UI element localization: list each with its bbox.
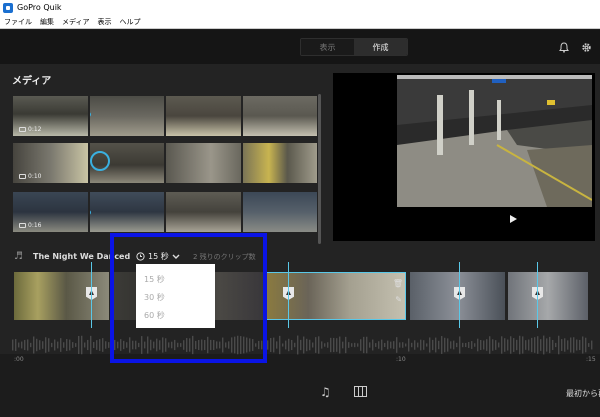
- top-toolbar: 表示 作成: [0, 30, 600, 64]
- audio-waveform[interactable]: [0, 330, 600, 360]
- beat-line: [288, 262, 289, 328]
- selection-dot: [89, 112, 91, 117]
- media-thumbnail[interactable]: [89, 192, 164, 232]
- clip-duration: 0:12: [19, 126, 41, 133]
- duration-dropdown: 15 秒 30 秒 60 秒: [136, 264, 215, 328]
- view-mode-toggle: 表示 作成: [300, 38, 408, 56]
- media-thumbnail[interactable]: [166, 192, 241, 232]
- media-section-title: メディア: [12, 76, 52, 87]
- media-scrollbar[interactable]: [318, 94, 321, 244]
- gopro-app-icon: [3, 2, 13, 13]
- beat-line: [537, 262, 538, 328]
- music-row: ♬ The Night We Danced 15 秒 2 残りのクリップ数: [0, 246, 600, 268]
- video-icon: [19, 223, 26, 228]
- title-bar: GoPro Quik: [0, 0, 600, 15]
- clip-count: 2 残りのクリップ数: [193, 253, 256, 261]
- duration-option-60[interactable]: 60 秒: [136, 307, 215, 325]
- video-preview[interactable]: [333, 73, 595, 241]
- tab-create[interactable]: 作成: [354, 39, 407, 55]
- chevron-down-icon: [172, 254, 180, 259]
- media-thumbnail[interactable]: [242, 143, 317, 183]
- media-thumbnail[interactable]: 0:10: [13, 143, 88, 183]
- music-note-icon[interactable]: ♬: [14, 251, 23, 262]
- duration-value: 15 秒: [148, 252, 169, 261]
- video-icon: [19, 127, 26, 132]
- menu-view[interactable]: 表示: [98, 17, 112, 27]
- menu-bar: ファイル 編集 メディア 表示 ヘルプ: [0, 15, 600, 29]
- window-title: GoPro Quik: [17, 3, 62, 12]
- clock-icon: [136, 252, 145, 261]
- bottom-toolbar: ♫ 最初から再: [0, 375, 600, 417]
- music-icon[interactable]: ♫: [320, 385, 331, 399]
- duration-select[interactable]: 15 秒: [136, 251, 180, 262]
- media-thumbnail[interactable]: [89, 96, 164, 136]
- clip-duration: 0:16: [19, 222, 41, 229]
- menu-file[interactable]: ファイル: [4, 17, 32, 27]
- timeline-tick: :00: [14, 356, 24, 363]
- media-thumbnail[interactable]: [89, 143, 164, 183]
- media-row: 0:12: [13, 96, 317, 136]
- bell-icon[interactable]: [557, 40, 571, 54]
- menu-help[interactable]: ヘルプ: [120, 17, 141, 27]
- video-icon: [19, 174, 26, 179]
- tab-view[interactable]: 表示: [301, 39, 354, 55]
- beat-line: [459, 262, 460, 328]
- timeline-strip: 🗑 ✎: [0, 272, 600, 320]
- media-row: 0:10: [13, 143, 317, 183]
- media-thumbnail[interactable]: 0:16: [13, 192, 88, 232]
- play-icon[interactable]: [510, 215, 517, 223]
- film-strip-icon[interactable]: [354, 386, 367, 397]
- selection-ring: [89, 151, 110, 171]
- song-title[interactable]: The Night We Danced: [33, 252, 130, 261]
- timeline-tick: :15: [586, 356, 596, 363]
- timeline-clip[interactable]: [508, 272, 588, 320]
- selection-dot: [89, 210, 91, 215]
- gear-icon[interactable]: [579, 40, 593, 54]
- media-thumbnail[interactable]: 0:12: [13, 96, 88, 136]
- menu-media[interactable]: メディア: [62, 17, 90, 27]
- duration-option-30[interactable]: 30 秒: [136, 289, 215, 307]
- timeline-tick: :10: [396, 356, 406, 363]
- media-thumbnail[interactable]: [242, 192, 317, 232]
- menu-edit[interactable]: 編集: [40, 17, 54, 27]
- beat-line: [91, 262, 92, 328]
- media-thumbnail[interactable]: [166, 96, 241, 136]
- clip-duration: 0:10: [19, 173, 41, 180]
- restart-label[interactable]: 最初から再: [566, 388, 600, 399]
- edit-icon[interactable]: ✎: [395, 295, 402, 304]
- media-row: 0:16: [13, 192, 317, 232]
- media-thumbnail[interactable]: [166, 143, 241, 183]
- media-thumbnail[interactable]: [242, 96, 317, 136]
- preview-frame: [397, 75, 592, 207]
- duration-option-15[interactable]: 15 秒: [136, 271, 215, 289]
- trash-icon[interactable]: 🗑: [393, 279, 403, 288]
